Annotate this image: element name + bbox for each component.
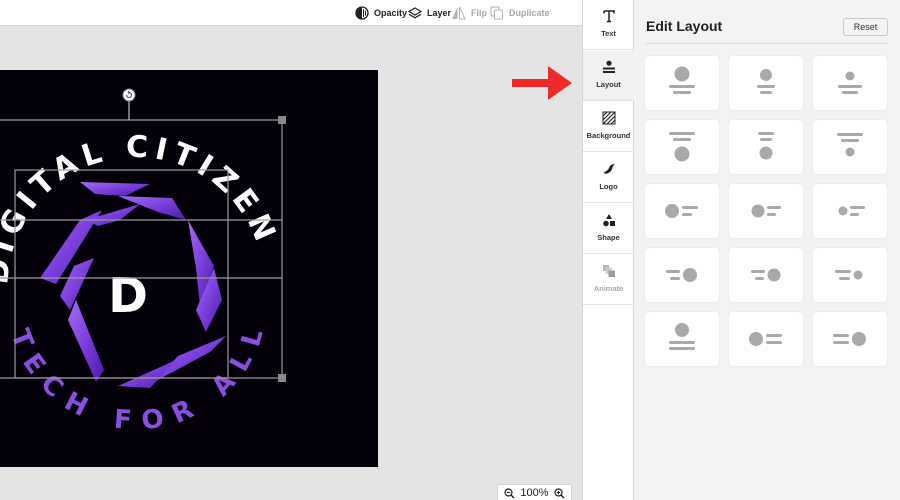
opacity-button[interactable]: Opacity: [355, 4, 407, 22]
layout-preview-icon: [666, 268, 697, 282]
rail-item-shape[interactable]: Shape: [583, 204, 634, 254]
resize-handle-bottom-right[interactable]: [278, 374, 286, 382]
layout-option[interactable]: [729, 56, 803, 110]
layout-preview-icon: [835, 270, 863, 280]
layout-preview-icon: [838, 71, 862, 94]
logo-bird-icon: [602, 161, 616, 177]
layer-button[interactable]: Layer: [408, 4, 451, 22]
layout-preview-icon: [751, 204, 781, 218]
top-toolbar: Opacity Layer Flip Duplicate: [0, 0, 582, 26]
rail-item-label: Background: [586, 131, 631, 140]
layout-preview-icon: [758, 132, 774, 160]
layout-preview-icon: [749, 332, 782, 346]
reset-button[interactable]: Reset: [843, 18, 888, 36]
layout-preview-icon: [669, 132, 695, 162]
layout-option[interactable]: [729, 184, 803, 238]
flip-label: Flip: [471, 8, 487, 18]
logo-artwork[interactable]: DIGITAL CITIZEN TECH FOR ALL D: [0, 70, 378, 467]
layout-options-grid: [645, 56, 887, 366]
background-icon: [602, 110, 616, 126]
layout-option[interactable]: [645, 56, 719, 110]
layout-option[interactable]: [729, 120, 803, 174]
logo-text-bottom[interactable]: TECH FOR ALL: [4, 314, 272, 437]
panel-divider: [646, 43, 888, 44]
canvas-workspace: DIGITAL CITIZEN TECH FOR ALL D: [0, 26, 582, 500]
layout-preview-icon: [837, 133, 863, 157]
layout-option[interactable]: [645, 120, 719, 174]
logo-letter[interactable]: D: [108, 268, 148, 324]
duplicate-button[interactable]: Duplicate: [490, 4, 550, 22]
rail-item-logo[interactable]: Logo: [583, 153, 634, 203]
zoom-level: 100%: [520, 487, 549, 499]
rail-item-animate[interactable]: Animate: [583, 255, 634, 305]
rail-item-label: Shape: [597, 233, 620, 242]
layout-preview-icon: [833, 332, 866, 346]
layout-option[interactable]: [645, 184, 719, 238]
layer-label: Layer: [427, 8, 452, 18]
rail-item-background[interactable]: Background: [583, 102, 634, 152]
resize-handle-top-right[interactable]: [278, 116, 286, 124]
layout-icon: [602, 59, 616, 75]
panel-title: Edit Layout: [646, 18, 723, 34]
layout-option[interactable]: [813, 248, 887, 302]
layout-preview-icon: [838, 206, 865, 216]
layers-icon: [408, 7, 422, 19]
layout-option[interactable]: [645, 248, 719, 302]
tool-rail: Text Layout Background Logo Shape Animat…: [582, 0, 634, 500]
layout-option[interactable]: [729, 248, 803, 302]
layout-option[interactable]: [813, 56, 887, 110]
edit-layout-panel: Edit Layout Reset: [634, 0, 900, 500]
text-icon: [602, 8, 616, 24]
flip-icon: [452, 6, 466, 20]
duplicate-label: Duplicate: [509, 8, 550, 18]
zoom-out-button[interactable]: [503, 487, 515, 499]
zoom-out-icon: [503, 487, 514, 498]
duplicate-icon: [490, 6, 504, 20]
layout-preview-icon: [751, 268, 781, 282]
rail-item-label: Logo: [599, 182, 618, 191]
rail-item-text[interactable]: Text: [583, 0, 634, 50]
rail-item-label: Layout: [596, 80, 621, 89]
opacity-icon: [355, 6, 369, 20]
zoom-in-button[interactable]: [554, 487, 566, 499]
animate-icon: [602, 263, 616, 279]
layout-option[interactable]: [813, 120, 887, 174]
shapes-icon: [602, 212, 616, 228]
layout-preview-icon: [669, 323, 695, 350]
zoom-in-icon: [554, 487, 565, 498]
opacity-label: Opacity: [374, 8, 408, 18]
zoom-control: 100%: [497, 484, 572, 500]
layout-preview-icon: [665, 204, 698, 218]
layout-option[interactable]: [645, 312, 719, 366]
rail-item-layout[interactable]: Layout: [583, 51, 634, 101]
layout-option[interactable]: [729, 312, 803, 366]
red-arrow-icon: [512, 66, 572, 100]
layout-preview-icon: [757, 69, 775, 94]
layout-preview-icon: [669, 66, 695, 94]
rotate-handle-icon[interactable]: [122, 88, 136, 102]
layout-option[interactable]: [813, 312, 887, 366]
logo-text-top[interactable]: DIGITAL CITIZEN: [0, 130, 284, 286]
rail-item-label: Text: [601, 29, 616, 38]
rail-item-label: Animate: [593, 284, 624, 293]
layout-option[interactable]: [813, 184, 887, 238]
flip-button[interactable]: Flip: [451, 4, 487, 22]
logo-design-canvas[interactable]: DIGITAL CITIZEN TECH FOR ALL D: [0, 70, 378, 467]
